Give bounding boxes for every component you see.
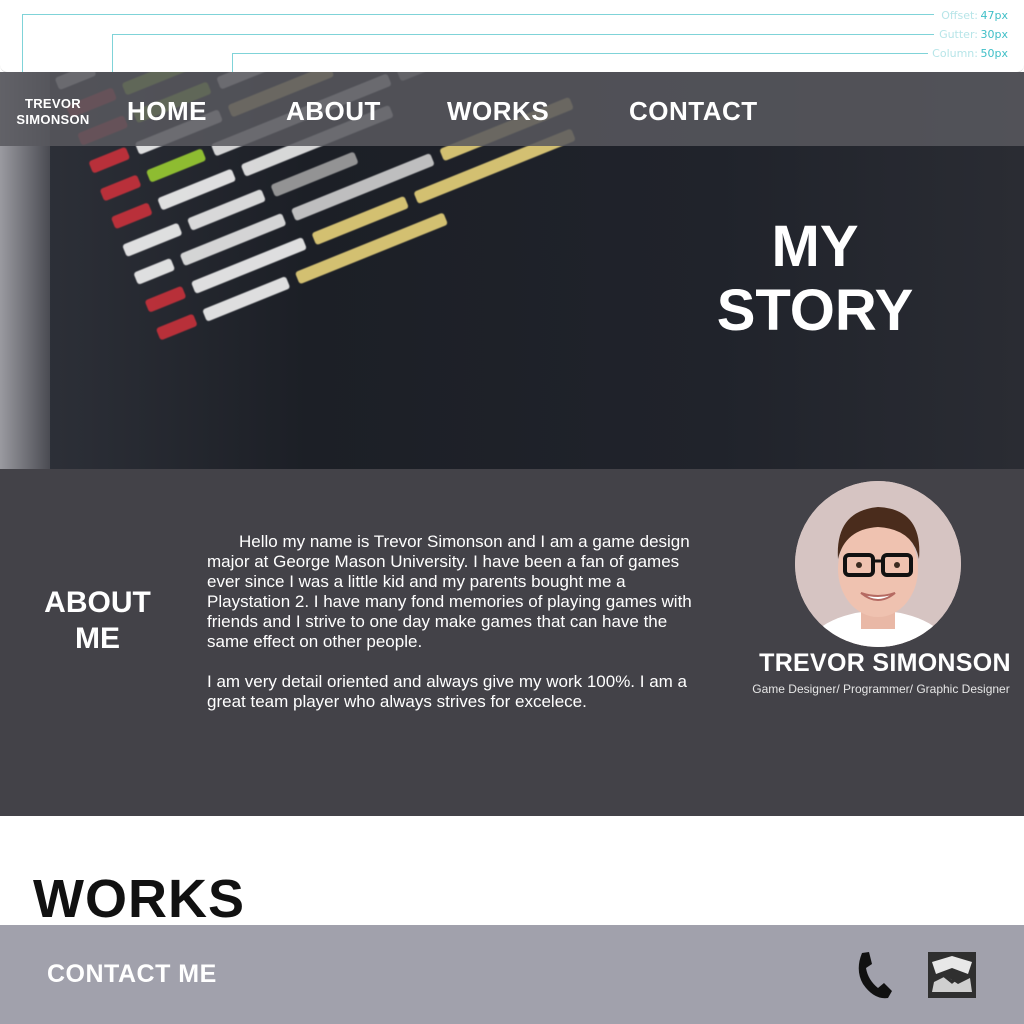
portrait-illustration <box>795 481 961 647</box>
column-guide <box>232 53 928 54</box>
nav-about-link[interactable]: ABOUT <box>286 96 381 127</box>
nav-home-link[interactable]: HOME <box>127 96 207 127</box>
about-heading: ABOUT ME <box>30 585 165 657</box>
nav-contact-link[interactable]: CONTACT <box>629 96 758 127</box>
hero-title-line2: STORY <box>716 278 914 343</box>
gutter-value: 30px <box>980 28 1009 41</box>
gutter-guide <box>112 34 934 35</box>
brand-last-name: SIMONSON <box>16 112 90 127</box>
about-paragraph-1: Hello my name is Trevor Simonson and I a… <box>207 532 692 651</box>
hero-title: MY STORY <box>700 215 930 343</box>
site-logo[interactable]: TREVOR SIMONSON <box>8 96 98 128</box>
logo-icon[interactable] <box>928 952 976 998</box>
offset-guide <box>22 14 934 15</box>
about-heading-line1: ABOUT <box>44 586 151 619</box>
gutter-label: Gutter: <box>939 28 978 41</box>
offset-value: 47px <box>980 9 1009 22</box>
profile-photo <box>795 481 961 647</box>
phone-icon[interactable] <box>854 950 894 1000</box>
grid-spec-overlay: Offset: 47px Gutter: 30px Column: 50px <box>0 0 1024 88</box>
contact-me-link[interactable]: CONTACT ME <box>47 960 217 989</box>
brand-first-name: TREVOR <box>25 96 81 111</box>
nav-works-link[interactable]: WORKS <box>447 96 549 127</box>
about-heading-line2: ME <box>75 622 120 655</box>
hero-title-line1: MY <box>771 214 859 279</box>
about-body: Hello my name is Trevor Simonson and I a… <box>207 532 712 732</box>
offset-label: Offset: <box>941 9 978 22</box>
about-paragraph-2: I am very detail oriented and always giv… <box>207 672 687 711</box>
profile-role: Game Designer/ Programmer/ Graphic Desig… <box>752 682 1010 696</box>
column-label: Column: <box>932 47 978 60</box>
works-heading: WORKS <box>33 869 245 929</box>
column-value: 50px <box>980 47 1009 60</box>
profile-name: TREVOR SIMONSON <box>759 649 1011 677</box>
